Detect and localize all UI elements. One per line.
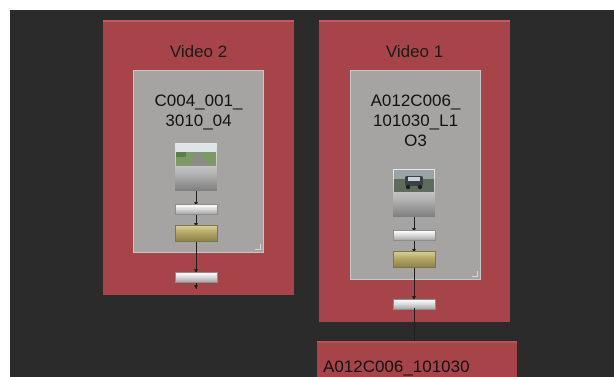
resize-grip-icon[interactable]: [472, 271, 478, 277]
clip-name-line: C004_001_: [154, 91, 243, 110]
node-graph-canvas[interactable]: Video 2 C004_001_ 3010_04 Video 1 A012C0…: [10, 10, 614, 377]
group-title: Video 1: [385, 42, 444, 61]
output-node[interactable]: [175, 272, 218, 283]
group-video-2[interactable]: Video 2 C004_001_ 3010_04: [103, 20, 294, 295]
road-landscape-image: [176, 144, 216, 166]
group-video-1[interactable]: Video 1 A012C006_ 101030_L1 O3: [319, 20, 510, 322]
clip-name: C004_001_ 3010_04: [134, 91, 263, 131]
clip-name-line: 3010_04: [165, 111, 232, 130]
resize-grip-icon[interactable]: [255, 244, 261, 250]
clip-name-line: O3: [404, 131, 427, 150]
transform-node[interactable]: [175, 204, 218, 215]
clip-name-line: A012C006_: [370, 91, 461, 110]
car-on-road-thumbnail-icon[interactable]: [393, 169, 435, 217]
node-title: A012C006_101030: [323, 357, 470, 376]
car-on-road-image: [394, 170, 434, 192]
output-node-a012c006[interactable]: A012C006_101030: [317, 341, 517, 377]
clip-name-line: 101030_L1: [372, 111, 459, 130]
color-correct-node[interactable]: [393, 251, 436, 268]
clip-name: A012C006_ 101030_L1 O3: [351, 91, 480, 151]
color-correct-node[interactable]: [175, 225, 218, 242]
road-landscape-thumbnail-icon[interactable]: [175, 143, 217, 191]
group-title: Video 2: [169, 42, 228, 61]
transform-node[interactable]: [393, 230, 436, 241]
